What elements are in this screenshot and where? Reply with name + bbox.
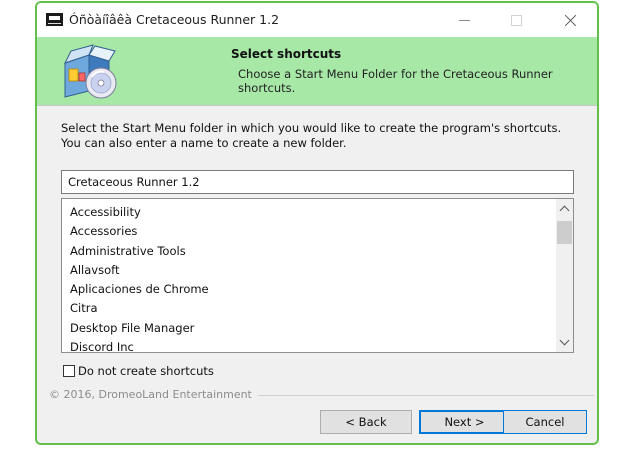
instruction-text: Select the Start Menu folder in which yo… bbox=[61, 121, 562, 150]
list-item[interactable]: Citra bbox=[70, 299, 209, 318]
maximize-button bbox=[493, 3, 539, 37]
cancel-button[interactable]: Cancel bbox=[503, 410, 587, 434]
no-shortcuts-option[interactable]: Do not create shortcuts bbox=[63, 364, 214, 378]
next-button[interactable]: Next > bbox=[419, 410, 510, 434]
maximize-icon bbox=[510, 14, 522, 26]
list-item[interactable]: Accessories bbox=[70, 222, 209, 241]
no-shortcuts-label[interactable]: Do not create shortcuts bbox=[78, 364, 214, 378]
back-button[interactable]: < Back bbox=[320, 410, 412, 434]
app-icon bbox=[46, 13, 63, 26]
list-item[interactable]: Allavsoft bbox=[70, 261, 209, 280]
no-shortcuts-checkbox[interactable] bbox=[63, 365, 75, 377]
window-title: Óñòàíîâêà Cretaceous Runner 1.2 bbox=[69, 12, 280, 27]
start-menu-folder-list[interactable]: Accessibility Accessories Administrative… bbox=[61, 198, 574, 353]
list-item[interactable]: Discord Inc bbox=[70, 338, 209, 352]
list-item[interactable]: Administrative Tools bbox=[70, 242, 209, 261]
start-menu-folder-input[interactable] bbox=[61, 170, 574, 194]
minimize-icon bbox=[458, 19, 470, 21]
installer-window: Óñòàíîâêà Cretaceous Runner 1.2 Select s… bbox=[35, 1, 599, 445]
list-item[interactable]: Accessibility bbox=[70, 203, 209, 222]
chevron-up-icon bbox=[559, 205, 570, 216]
title-bar[interactable]: Óñòàíîâêà Cretaceous Runner 1.2 bbox=[37, 3, 597, 37]
folder-list-items: Accessibility Accessories Administrative… bbox=[70, 203, 209, 352]
list-item[interactable]: Aplicaciones de Chrome bbox=[70, 280, 209, 299]
close-icon bbox=[564, 14, 577, 27]
copyright-text: © 2016, DromeoLand Entertainment bbox=[49, 388, 258, 401]
scroll-up-button[interactable] bbox=[556, 200, 573, 217]
list-item[interactable]: Desktop File Manager bbox=[70, 319, 209, 338]
header-divider bbox=[37, 105, 597, 106]
minimize-button[interactable] bbox=[441, 3, 487, 37]
scroll-down-button[interactable] bbox=[556, 334, 573, 351]
scroll-thumb[interactable] bbox=[557, 221, 572, 244]
page-title: Select shortcuts bbox=[231, 47, 342, 61]
page-subtitle: Choose a Start Menu Folder for the Creta… bbox=[238, 67, 553, 95]
wizard-header: Select shortcuts Choose a Start Menu Fol… bbox=[37, 37, 597, 105]
installer-box-cd-icon bbox=[64, 44, 117, 99]
close-button[interactable] bbox=[547, 3, 593, 37]
chevron-down-icon bbox=[559, 335, 570, 346]
vertical-scrollbar[interactable] bbox=[556, 199, 573, 352]
